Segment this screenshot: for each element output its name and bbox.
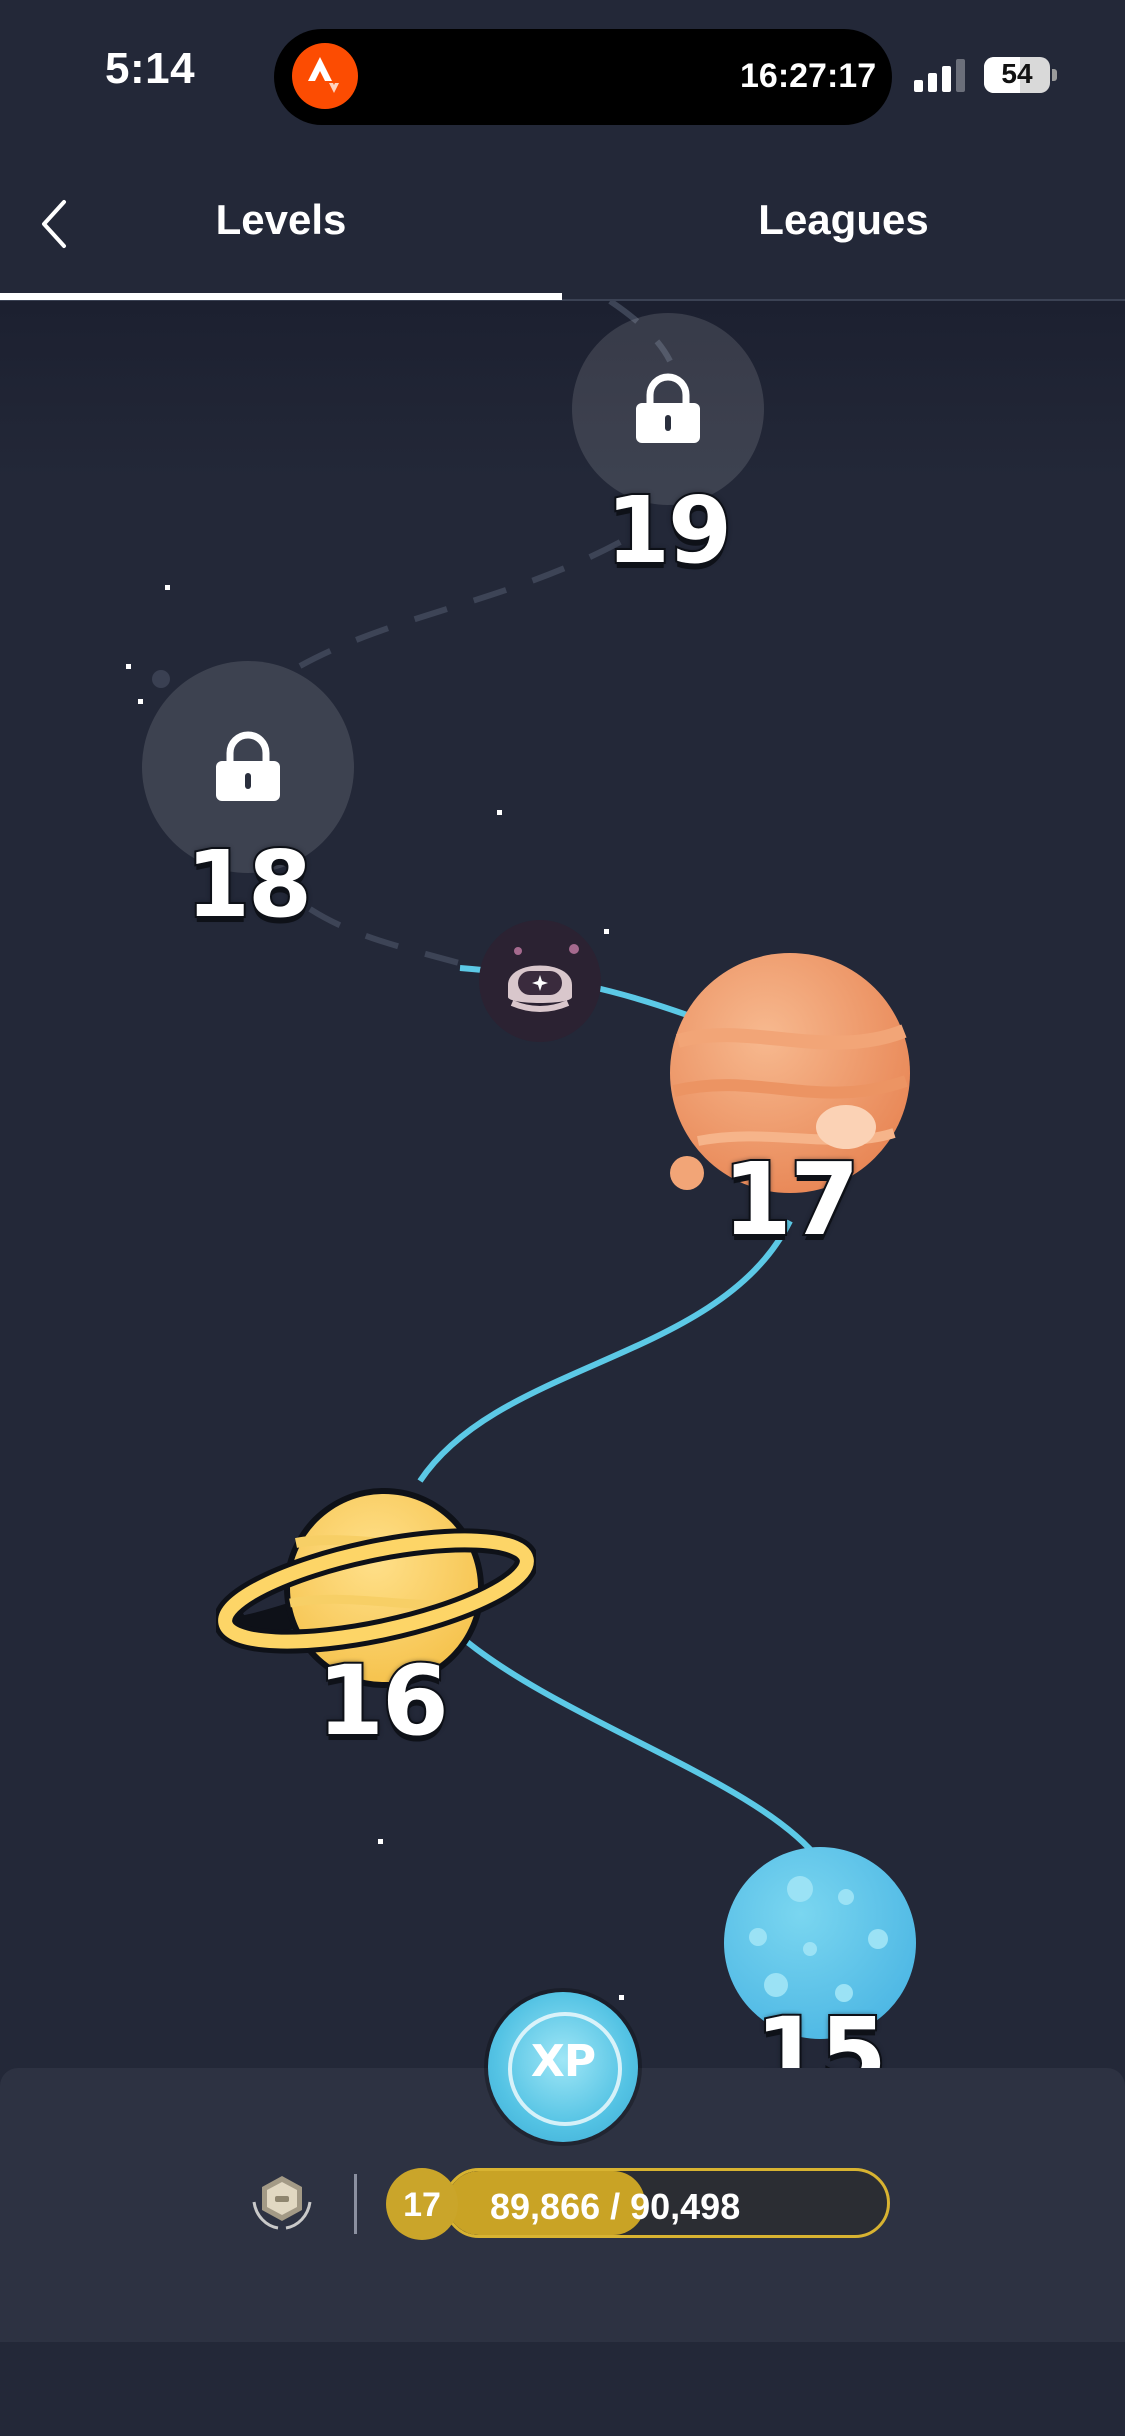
- battery-level: 54: [1001, 58, 1033, 89]
- island-timer: 16:27:17: [740, 57, 877, 95]
- xp-badge-label: XP: [530, 2036, 596, 2087]
- battery-icon: 54: [984, 57, 1057, 93]
- level-path: [126, 301, 823, 2000]
- xp-badge[interactable]: XP: [488, 1992, 638, 2142]
- level-16-label: 16: [315, 1643, 451, 1759]
- divider: [354, 2174, 357, 2234]
- tab-levels[interactable]: Levels: [0, 196, 562, 244]
- league-badge-icon[interactable]: [246, 2172, 318, 2234]
- current-level-badge: 17: [386, 2168, 458, 2240]
- level-15-label: 15: [753, 1995, 889, 2068]
- strava-icon: [292, 43, 358, 109]
- status-time: 5:14: [105, 44, 196, 93]
- lock-icon: [636, 373, 700, 443]
- lock-icon: [216, 731, 280, 801]
- level-18-label: 18: [184, 829, 314, 940]
- level-19-label: 19: [604, 475, 734, 586]
- tab-leagues[interactable]: Leagues: [562, 196, 1125, 244]
- level-17-label: 17: [720, 1139, 861, 1260]
- xp-progress-text: 89,866 / 90,498: [490, 2186, 741, 2227]
- current-level-number: 17: [403, 2186, 441, 2224]
- signal-icon: [914, 59, 965, 92]
- astronaut-avatar-icon[interactable]: [478, 919, 602, 1043]
- active-tab-indicator: [0, 293, 562, 300]
- level-map[interactable]: 19 18 17 16 15: [0, 301, 1125, 2068]
